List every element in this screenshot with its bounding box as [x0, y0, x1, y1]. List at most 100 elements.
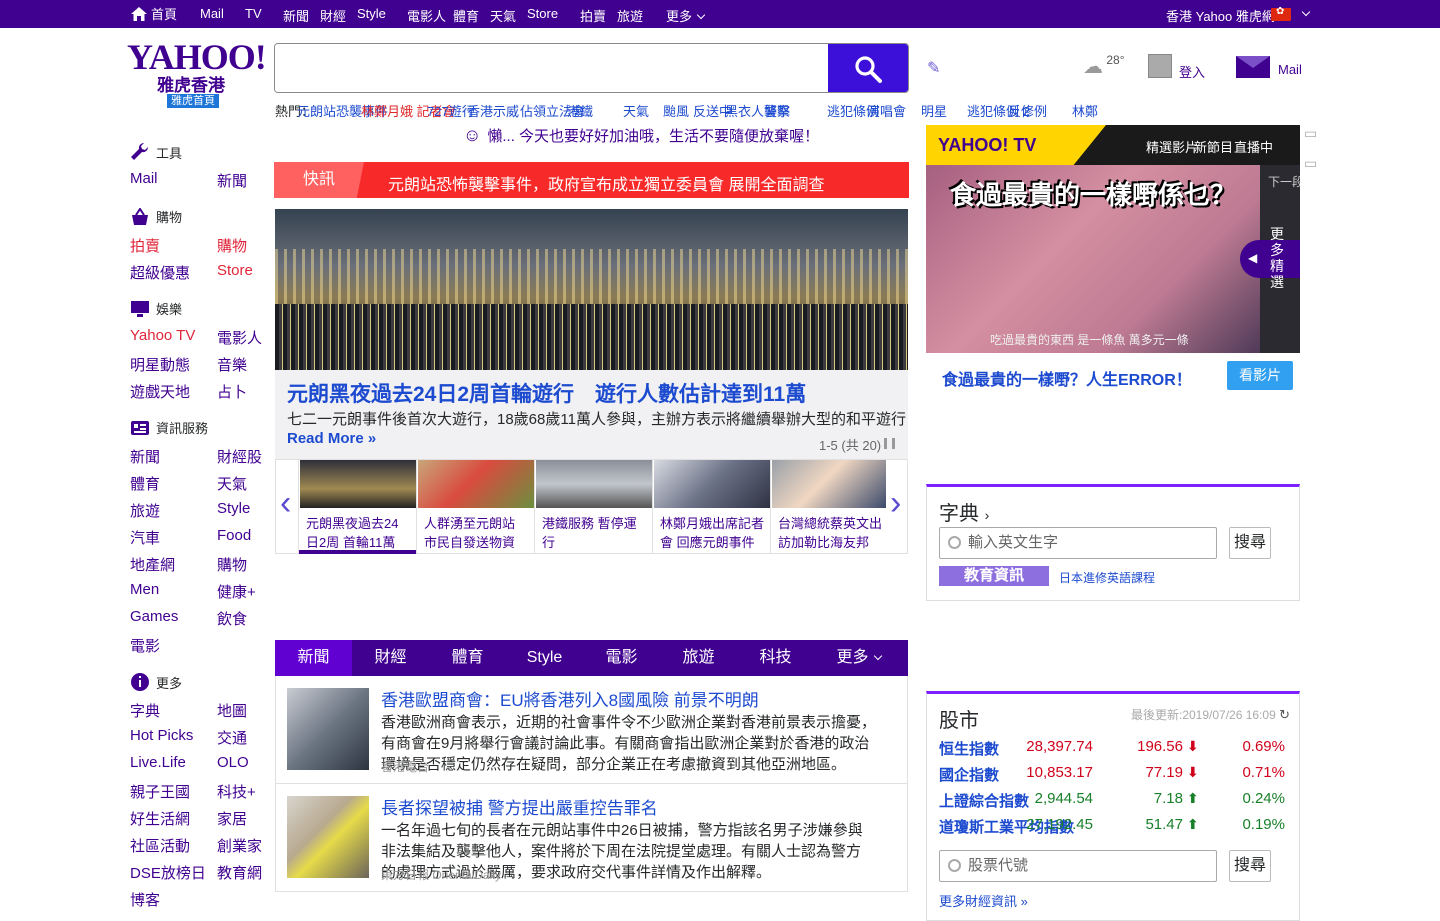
tab-tech[interactable]: 科技: [737, 640, 814, 676]
news-title[interactable]: 香港歐盟商會：EU將香港列入8國風險 前景不明朗: [381, 686, 759, 711]
trending-item[interactable]: 警察: [764, 101, 790, 120]
tv-nav-item[interactable]: 直播中: [1234, 137, 1273, 156]
pause-icon[interactable]: [884, 438, 895, 449]
login-link[interactable]: 登入: [1179, 62, 1205, 81]
tab-movies[interactable]: 電影: [583, 640, 660, 676]
topbar-item-tv[interactable]: TV: [245, 6, 262, 21]
profile-icon[interactable]: [1148, 54, 1172, 78]
trending-item[interactable]: 反修例: [1008, 101, 1047, 120]
sidebar-link[interactable]: Store: [217, 262, 253, 279]
finance-more-link[interactable]: 更多財經資訊 »: [939, 891, 1028, 910]
sidebar-link[interactable]: 拍賣: [130, 235, 160, 256]
sidebar-link[interactable]: Mail: [130, 170, 158, 187]
carousel-thumb[interactable]: 台灣總統蔡英文出訪加勒比海友邦: [770, 460, 886, 554]
topbar-item-movies[interactable]: 電影人: [407, 6, 446, 25]
sidebar-link[interactable]: 親子王國: [130, 781, 190, 802]
stock-row[interactable]: 恒生指數 28,397.74 196.56 ⬇ 0.69%: [939, 738, 1289, 760]
sidebar-link[interactable]: 字典: [130, 700, 160, 721]
news-title[interactable]: 長者探望被捕 警方提出嚴重控告罪名: [381, 794, 658, 819]
trending-item[interactable]: 演唱會: [867, 101, 906, 120]
sidebar-link[interactable]: Hot Picks: [130, 727, 193, 744]
sidebar-link[interactable]: 交通: [217, 727, 247, 748]
trending-item[interactable]: 颱風: [663, 101, 689, 120]
tab-travel[interactable]: 旅遊: [660, 640, 737, 676]
mail-icon[interactable]: [1236, 56, 1270, 78]
sidebar-link[interactable]: 新聞: [130, 446, 160, 467]
sidebar-link[interactable]: 家居: [217, 808, 247, 829]
topbar-item-news[interactable]: 新聞: [283, 6, 309, 25]
sidebar-link[interactable]: 社區活動: [130, 835, 190, 856]
tab-news[interactable]: 新聞: [275, 640, 352, 676]
dictionary-title[interactable]: 字典 ›: [939, 497, 989, 526]
home-link[interactable]: 首頁: [131, 4, 177, 23]
sidebar-link[interactable]: Live.Life: [130, 754, 186, 771]
sidebar-link[interactable]: DSE放榜日: [130, 862, 206, 883]
tv-icon[interactable]: ▭: [1304, 155, 1317, 172]
chat-icon[interactable]: ▭: [1304, 125, 1317, 142]
sidebar-link[interactable]: 教育網: [217, 862, 262, 883]
mail-link[interactable]: Mail: [1278, 62, 1302, 77]
topbar-item-sports[interactable]: 體育: [453, 6, 479, 25]
region-label[interactable]: 香港 Yahoo 雅虎網: [1166, 6, 1275, 25]
alert-banner[interactable]: ☺ 懶... 今天也要好好加油哦，生活不要隨便放棄喔！: [463, 125, 819, 146]
sidebar-link[interactable]: 飲食: [217, 608, 247, 629]
stock-row[interactable]: 國企指數 10,853.17 77.19 ⬇ 0.71%: [939, 764, 1289, 786]
tv-more-tab[interactable]: ◀ 更多精選: [1240, 226, 1300, 290]
watch-video-button[interactable]: 看影片: [1227, 361, 1293, 390]
sidebar-link[interactable]: 財經股: [217, 446, 262, 467]
region-menu[interactable]: [1297, 6, 1311, 21]
news-item[interactable]: 長者探望被捕 警方提出嚴重控告罪名 一名年過七旬的長者在元朗站事件中26日被捕，…: [275, 784, 908, 892]
tv-nav-item[interactable]: 精選影片: [1146, 137, 1198, 156]
sidebar-link[interactable]: Food: [217, 527, 251, 544]
sidebar-link[interactable]: 地圖: [217, 700, 247, 721]
carousel-thumb[interactable]: 元朗黑夜過去24日2周 首輪11萬: [298, 460, 416, 554]
topbar-item-travel[interactable]: 旅遊: [617, 6, 643, 25]
carousel-thumb[interactable]: 港鐵服務 暫停運行: [534, 460, 652, 554]
finance-title[interactable]: 股市: [939, 704, 979, 733]
tab-sports[interactable]: 體育: [429, 640, 506, 676]
tv-nav-item[interactable]: 新節目: [1194, 137, 1233, 156]
sidebar-link[interactable]: Games: [130, 608, 178, 625]
sidebar-link[interactable]: 遊戲天地: [130, 381, 190, 402]
tab-style[interactable]: Style: [506, 640, 583, 676]
topbar-item-finance[interactable]: 財經: [320, 6, 346, 25]
sidebar-link[interactable]: 健康+: [217, 581, 256, 602]
topbar-item-auction[interactable]: 拍賣: [580, 6, 606, 25]
sidebar-link[interactable]: 電影人: [217, 327, 262, 348]
sidebar-link[interactable]: 地產網: [130, 554, 175, 575]
sidebar-link[interactable]: 科技+: [217, 781, 256, 802]
hero-title[interactable]: 元朗黑夜過去24日2周首輪遊行 遊行人數估計達到11萬: [287, 378, 806, 408]
tab-more[interactable]: 更多: [820, 640, 897, 676]
sidebar-link[interactable]: 天氣: [217, 473, 247, 494]
sidebar-link[interactable]: Men: [130, 581, 159, 598]
trending-item[interactable]: 香港示威: [467, 101, 519, 120]
carousel-thumb[interactable]: 林鄭月娥出席記者會 回應元朗事件: [652, 460, 770, 554]
weather-widget[interactable]: ☁ 28°: [1083, 53, 1125, 79]
tv-caption[interactable]: 食過最貴的一樣嘢？人生ERROR！: [942, 366, 1192, 390]
news-item[interactable]: 香港歐盟商會：EU將香港列入8國風險 前景不明朗 香港歐洲商會表示，近期的社會事…: [275, 676, 914, 784]
chevron-left-icon[interactable]: ‹: [280, 486, 291, 520]
dictionary-search-button[interactable]: 搜尋: [1229, 527, 1271, 559]
sidebar-link[interactable]: 明星動態: [130, 354, 190, 375]
sidebar-link[interactable]: 旅遊: [130, 500, 160, 521]
sidebar-link[interactable]: 體育: [130, 473, 160, 494]
search-input[interactable]: [275, 44, 830, 92]
breaking-news-bar[interactable]: 快訊 元朗站恐怖襲擊事件，政府宣布成立獨立委員會 展開全面調查: [274, 162, 909, 198]
tv-video-player[interactable]: 食過最貴的一樣嘢係乜？ 吃過最貴的東西 是一條魚 萬多元一條: [926, 165, 1260, 353]
edu-link[interactable]: 日本進修英語課程: [1059, 569, 1155, 586]
stock-search-button[interactable]: 搜尋: [1229, 850, 1271, 882]
stock-search-input[interactable]: 股票代號: [939, 850, 1217, 882]
tab-finance[interactable]: 財經: [352, 640, 429, 676]
sidebar-link[interactable]: 購物: [217, 554, 247, 575]
trending-item[interactable]: 明星: [921, 101, 947, 120]
topbar-item-store[interactable]: Store: [527, 6, 558, 21]
refresh-icon[interactable]: ↻: [1279, 707, 1290, 722]
read-more-link[interactable]: Read More »: [287, 430, 376, 447]
yahoo-logo[interactable]: YAHOO! 雅虎香港 雅虎首頁: [127, 39, 267, 110]
sidebar-link[interactable]: 新聞: [217, 170, 247, 191]
trending-item[interactable]: 林鄭: [1072, 101, 1098, 120]
sidebar-link[interactable]: 創業家: [217, 835, 262, 856]
dictionary-search-input[interactable]: 輸入英文生字: [939, 527, 1217, 559]
stock-row[interactable]: 上證綜合指數 2,944.54 7.18 ⬆ 0.24%: [939, 790, 1289, 812]
topbar-more-menu[interactable]: 更多: [666, 6, 706, 25]
